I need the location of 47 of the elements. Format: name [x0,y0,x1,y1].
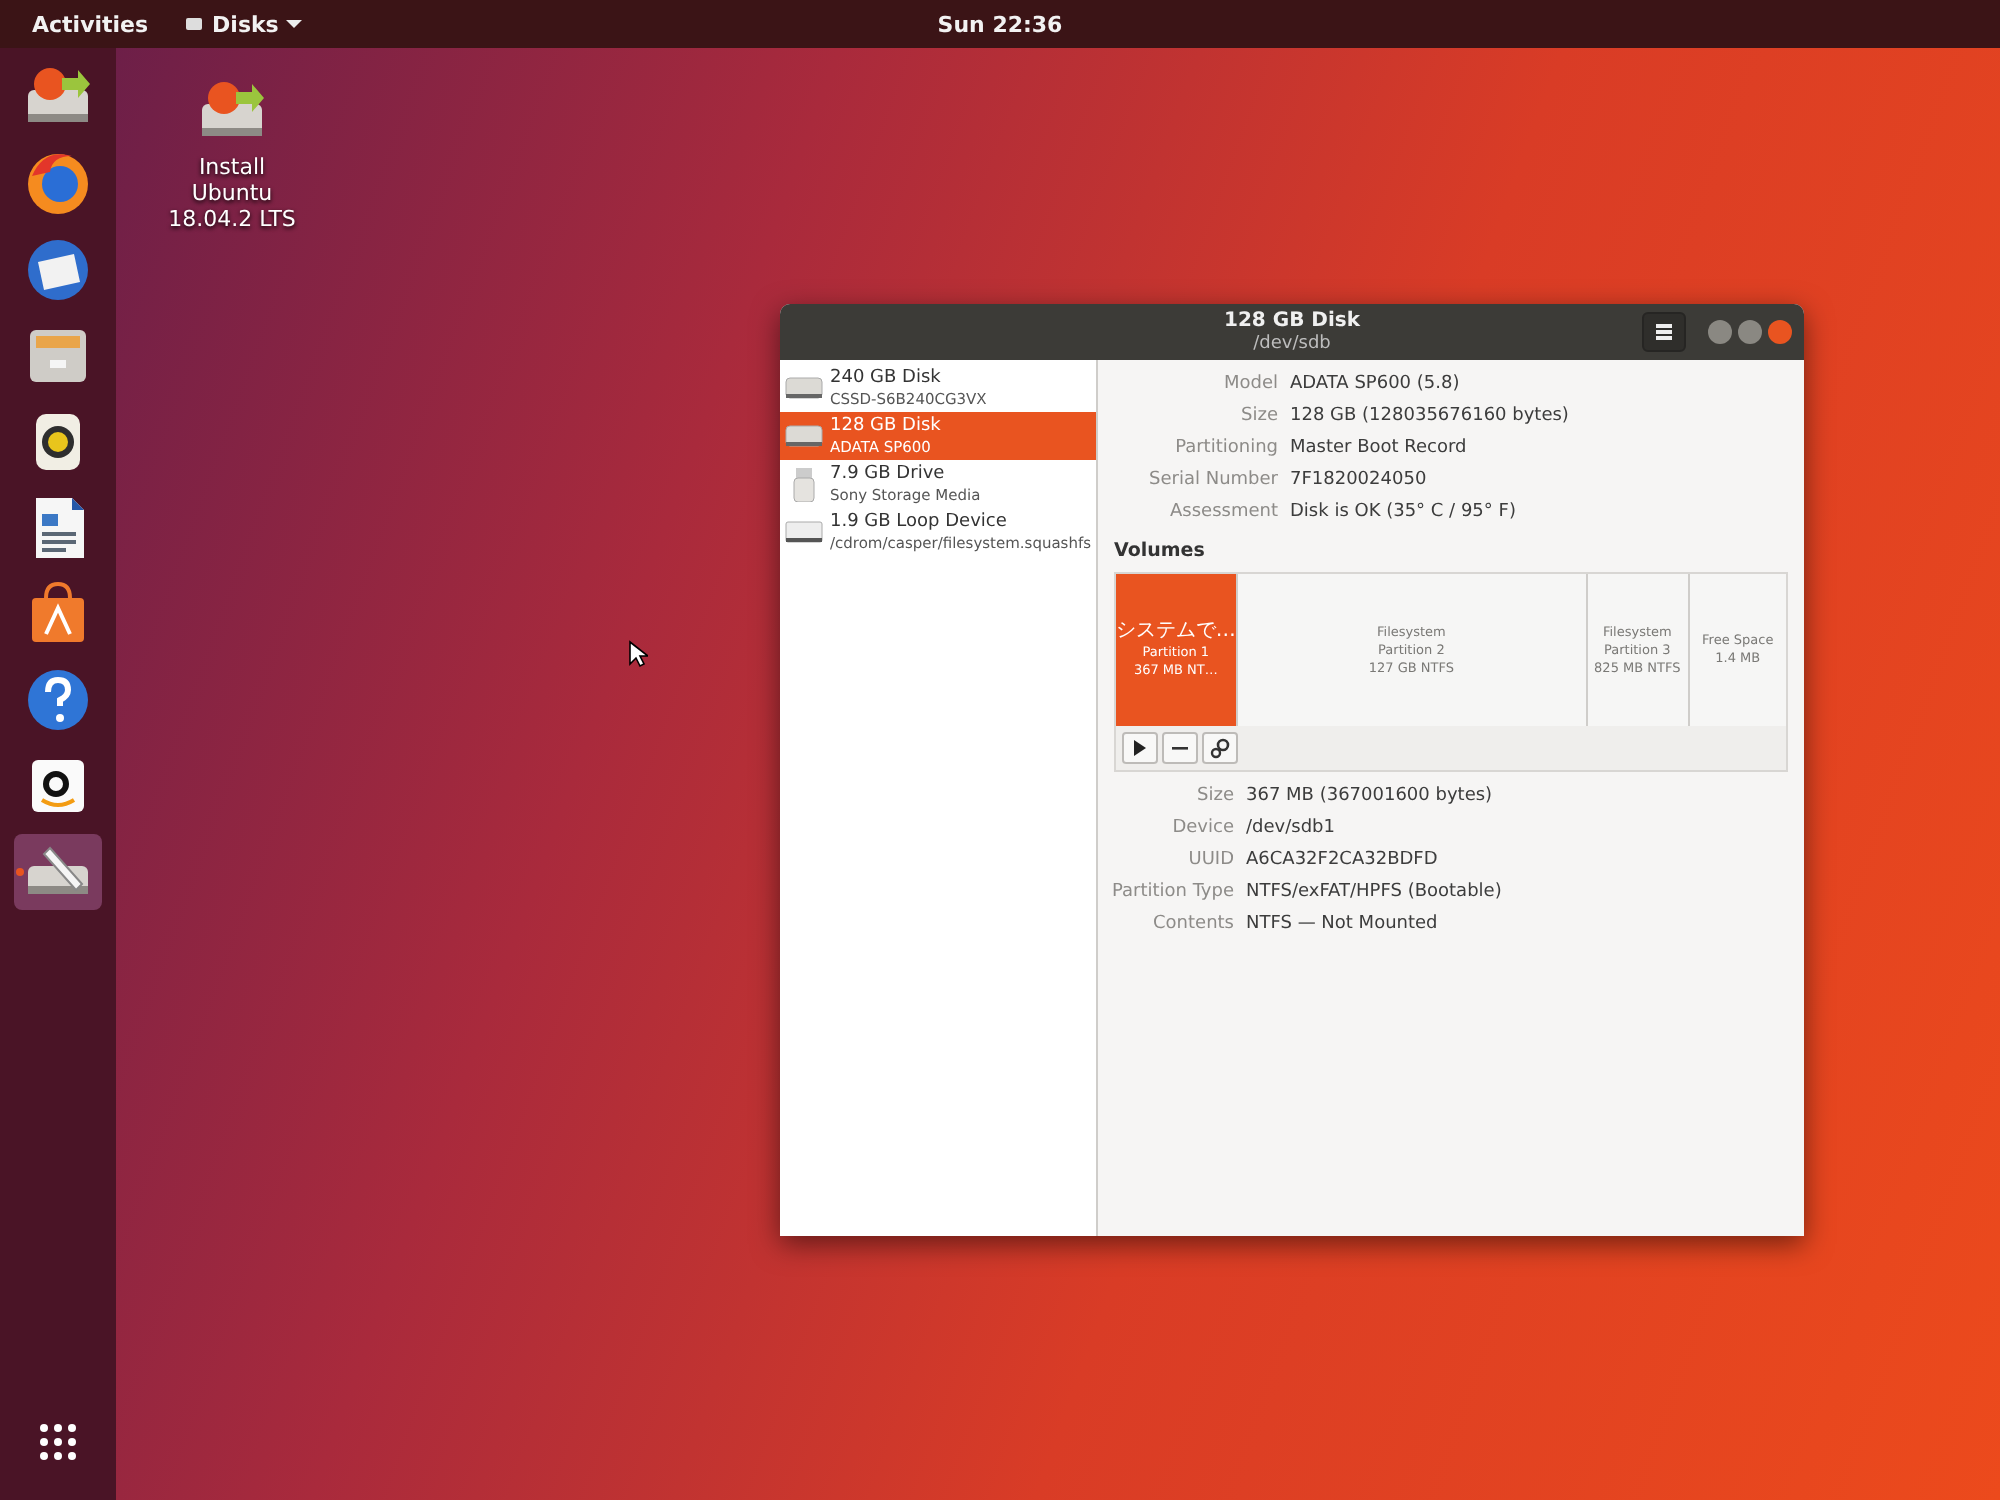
field-value: 128 GB (128035676160 bytes) [1290,404,1571,428]
field-label: Device [1170,816,1234,840]
field-label: Size [1195,784,1234,808]
device-name: 7.9 GB Drive [830,464,947,486]
dock-item[interactable] [14,834,102,910]
close-button[interactable] [1768,320,1792,344]
field-value: 367 MB (367001600 bytes) [1246,784,1495,808]
menu-button[interactable] [1642,312,1686,352]
field-label: Size [1239,404,1278,428]
field-label: Partitioning [1173,436,1278,460]
activities-button[interactable]: Activities [20,7,161,41]
window-title: 128 GB Disk [1224,309,1360,333]
desktop-icon-label[interactable]: Install Ubuntu 18.04.2 LTS [158,154,306,232]
envelope-icon [22,234,94,306]
window-subtitle: /dev/sdb [1253,333,1331,355]
help-icon [22,664,94,736]
volume-tool-button[interactable] [1122,732,1158,764]
field-value: 7F1820024050 [1290,468,1429,492]
section-heading: Volumes [1114,540,1207,562]
field-label: Partition Type [1109,880,1234,904]
maximize-button[interactable] [1738,320,1762,344]
field-label: Model [1221,372,1278,396]
app-menu[interactable]: Disks [172,7,315,41]
field-label: UUID [1186,848,1234,872]
grid-icon [36,1420,80,1464]
field-label: Assessment [1168,500,1278,524]
field-value: A6CA32F2CA32BDFD [1246,848,1440,872]
partition-label: システムで… [1115,620,1236,644]
volume-tool-button[interactable] [1202,732,1238,764]
menu-icon [1654,322,1674,342]
field-value: NTFS/exFAT/HPFS (Bootable) [1246,880,1504,904]
volume-tool-button[interactable] [1162,732,1198,764]
field-value: Master Boot Record [1290,436,1469,460]
field-value: Disk is OK (35° C / 95° F) [1290,500,1518,524]
field-label: Contents [1151,912,1234,936]
field-value: ADATA SP600 (5.8) [1290,372,1462,396]
device-name: 128 GB Disk [830,416,941,438]
minimize-button[interactable] [1708,320,1732,344]
clock[interactable]: Sun 22:36 [925,7,1075,41]
globe-icon [22,148,94,220]
device-name: 1.9 GB Loop Device [830,512,1009,534]
field-value: NTFS — Not Mounted [1246,912,1440,936]
field-value: /dev/sdb1 [1246,816,1337,840]
mouse-pointer-icon [628,640,648,668]
device-name: 240 GB Disk [830,368,943,390]
field-label: Serial Number [1147,468,1278,492]
caret-icon [286,18,303,30]
